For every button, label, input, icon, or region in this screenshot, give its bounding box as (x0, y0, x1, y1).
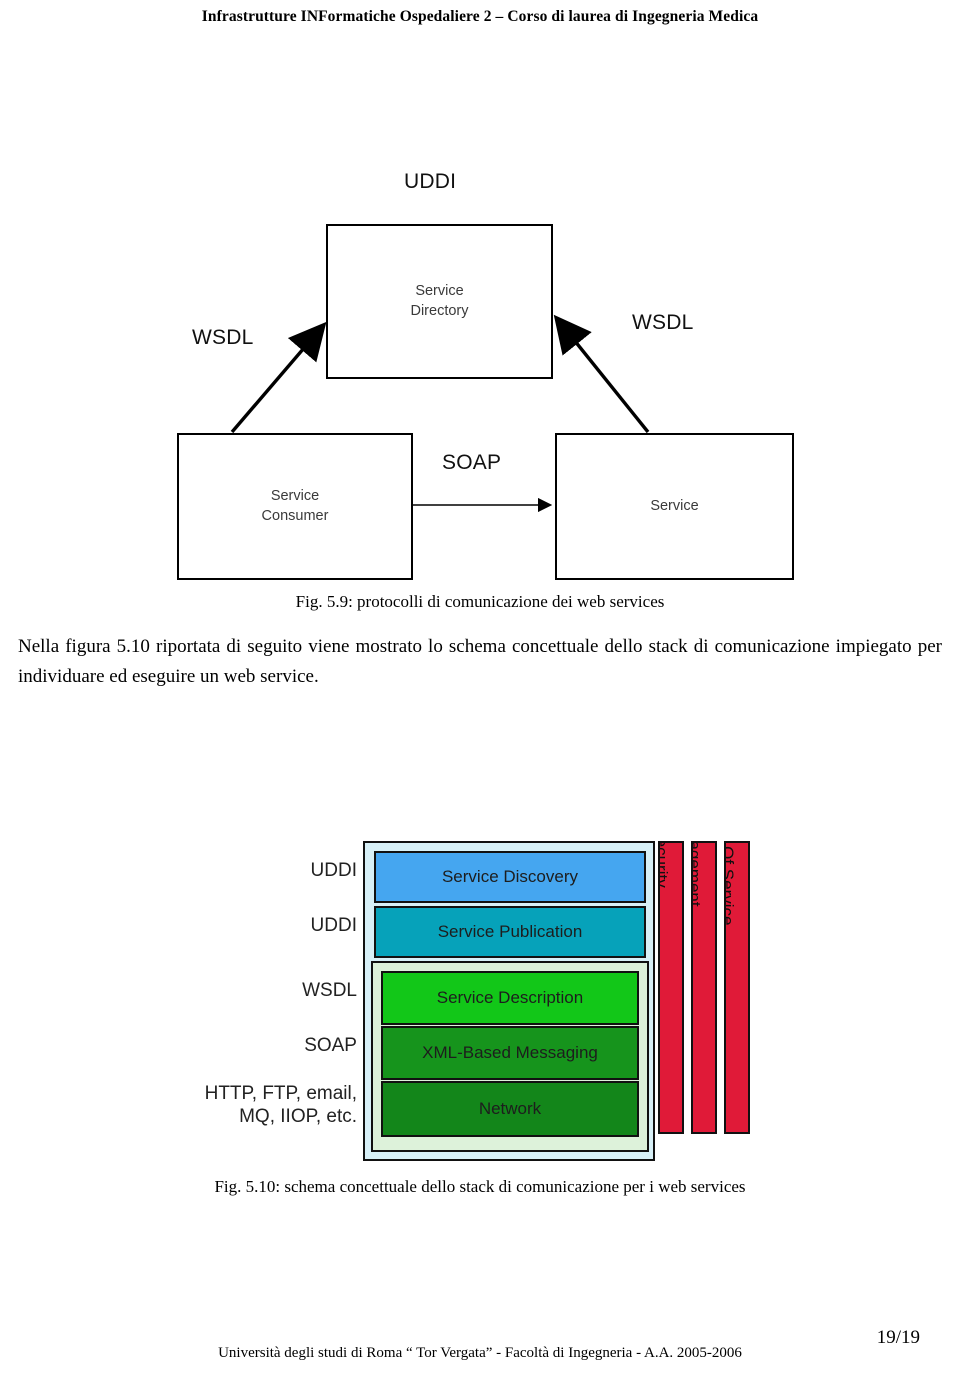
node-service-directory: Service Directory (326, 224, 553, 379)
footer-institution: Università degli studi di Roma “ Tor Ver… (218, 1345, 742, 1361)
cross-cutting-bar-quality-of-service-label: Quality Of Service (724, 843, 737, 926)
stack-technology-label-transports: HTTP, FTP, email, MQ, IIOP, etc. (204, 1083, 357, 1127)
protocol-label-wsdl-right: WSDL (632, 311, 694, 334)
stack-layer-service-description: Service Description (381, 971, 639, 1025)
stack-technology-label-uddi-discovery: UDDI (310, 860, 357, 881)
stack-green-group: Service Description XML-Based Messaging … (371, 961, 649, 1152)
figure-5-9: Service Directory Service Consumer Servi… (0, 150, 960, 600)
figure-5-9-caption: Fig. 5.9: protocolli di comunicazione de… (295, 592, 665, 611)
stack-layer-service-discovery: Service Discovery (374, 851, 646, 903)
stack-technology-label-uddi-publication: UDDI (310, 915, 357, 936)
cross-cutting-bar-security: Security (658, 841, 684, 1134)
protocol-label-uddi: UDDI (404, 170, 457, 193)
cross-cutting-bar-quality-of-service: Quality Of Service (724, 841, 750, 1134)
body-paragraph: Nella figura 5.10 riportata di seguito v… (18, 636, 942, 687)
figure-5-10: UDDI UDDI WSDL SOAP HTTP, FTP, email, MQ… (0, 820, 960, 1180)
protocol-label-soap: SOAP (442, 451, 502, 474)
cross-cutting-bar-security-label: Security (658, 843, 671, 888)
stack-technology-label-soap: SOAP (304, 1035, 357, 1056)
node-service-consumer: Service Consumer (177, 433, 413, 580)
cross-cutting-bar-management: Management (691, 841, 717, 1134)
stack-layer-network: Network (381, 1081, 639, 1137)
node-service: Service (555, 433, 794, 580)
cross-cutting-bar-management-label: Management (691, 841, 704, 907)
stack-layer-service-publication: Service Publication (374, 906, 646, 958)
stack-technology-label-wsdl: WSDL (302, 980, 357, 1001)
running-header: Infrastrutture INFormatiche Ospedaliere … (201, 8, 759, 25)
protocol-label-wsdl-left: WSDL (192, 326, 254, 349)
stack-layer-xml-based-messaging: XML-Based Messaging (381, 1026, 639, 1080)
stack-container: Service Discovery Service Publication Se… (363, 841, 655, 1161)
figure-5-10-caption: Fig. 5.10: schema concettuale dello stac… (214, 1177, 746, 1196)
